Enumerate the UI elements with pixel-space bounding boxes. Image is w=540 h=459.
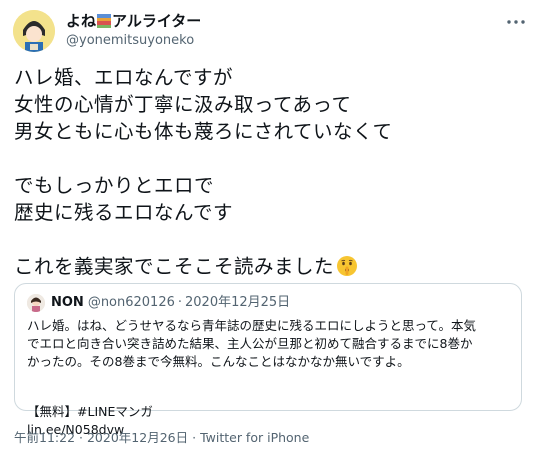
tweet-footer: 午前11:22 · 2020年12月26日 · Twitter for iPho… xyxy=(14,430,309,446)
more-dots-icon xyxy=(507,20,525,24)
tweet-card: よね アルライター @yonemitsuyoneko ハレ婚、エロなんですが 女… xyxy=(0,0,540,459)
tweet-time[interactable]: 午前11:22 xyxy=(14,430,75,445)
quoted-separator: · xyxy=(177,295,183,310)
author-name-suffix: アルライター xyxy=(112,12,202,30)
quoted-author-name: NON xyxy=(51,295,84,310)
footer-separator: · xyxy=(79,430,83,445)
shushing-face-icon xyxy=(336,255,358,277)
more-options-button[interactable] xyxy=(506,12,526,32)
footer-separator-2: · xyxy=(192,430,197,445)
author-name-prefix: よね xyxy=(66,12,97,30)
quoted-tweet-text: ハレ婚。はね、どうせヤるなら青年誌の歴史に残るエロにしようと思って。本気 でエロ… xyxy=(27,318,477,369)
quoted-tweet-header: NON @non620126 · 2020年12月25日 xyxy=(27,294,509,312)
quoted-promo-prefix: 【無料】#LINEマンガ xyxy=(27,404,153,419)
author-avatar[interactable] xyxy=(13,10,55,52)
author-info: よね アルライター @yonemitsuyoneko xyxy=(66,12,201,50)
quoted-author-avatar xyxy=(27,294,45,312)
quoted-tweet[interactable]: NON @non620126 · 2020年12月25日 ハレ婚。はね、どうせヤ… xyxy=(14,283,522,437)
tweet-text-content: ハレ婚、エロなんですが 女性の心情が丁寧に汲み取ってあって 男女ともに心も体も蔑… xyxy=(14,66,393,278)
author-display-name[interactable]: よね アルライター xyxy=(66,12,201,30)
author-handle[interactable]: @yonemitsuyoneko xyxy=(66,32,201,50)
quoted-date: 2020年12月25日 xyxy=(185,295,291,310)
books-icon xyxy=(97,14,112,28)
quoted-author-handle: @non620126 xyxy=(87,295,175,310)
tweet-date[interactable]: 2020年12月26日 xyxy=(87,430,188,445)
tweet-text: ハレ婚、エロなんですが 女性の心情が丁寧に汲み取ってあって 男女ともに心も体も蔑… xyxy=(14,64,526,280)
tweet-source[interactable]: Twitter for iPhone xyxy=(200,430,309,445)
